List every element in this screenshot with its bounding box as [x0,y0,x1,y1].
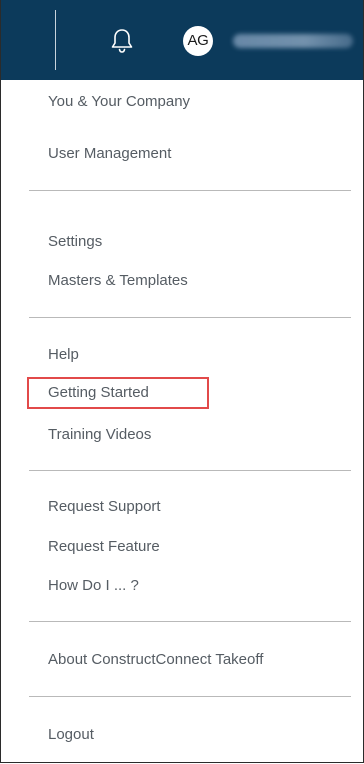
menu-item-request-feature[interactable]: Request Feature [48,538,160,556]
bell-icon[interactable] [109,27,135,55]
menu-item-logout[interactable]: Logout [48,726,94,744]
menu-item-you-and-your-company[interactable]: You & Your Company [48,93,190,111]
top-bar: AG [1,0,363,80]
menu-item-how-do-i[interactable]: How Do I ... ? [48,577,139,595]
user-name-blurred[interactable] [233,34,353,48]
menu-divider [29,470,351,471]
menu-item-about[interactable]: About ConstructConnect Takeoff [48,651,263,669]
header-divider [55,10,56,70]
highlight-box [27,377,209,409]
menu-item-settings[interactable]: Settings [48,233,102,251]
menu-item-request-support[interactable]: Request Support [48,498,161,516]
menu-item-user-management[interactable]: User Management [48,145,171,163]
user-avatar[interactable]: AG [183,26,213,56]
menu-item-masters-templates[interactable]: Masters & Templates [48,272,188,290]
menu-item-training-videos[interactable]: Training Videos [48,426,151,444]
menu-divider [29,317,351,318]
menu-divider [29,621,351,622]
menu-divider [29,696,351,697]
menu-item-help[interactable]: Help [48,346,79,364]
account-dropdown-panel: AG You & Your Company User Management Se… [0,0,364,763]
menu-divider [29,190,351,191]
